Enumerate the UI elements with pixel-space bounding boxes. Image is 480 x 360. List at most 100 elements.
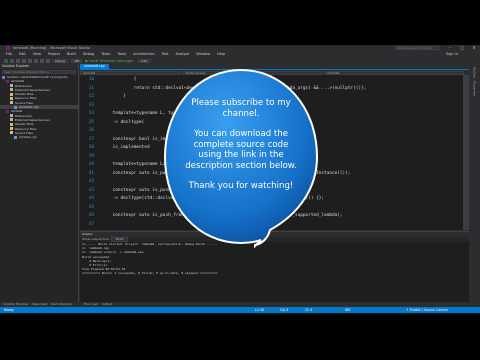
configuration-select[interactable]: Debug [52, 58, 68, 63]
save-all-icon[interactable] [34, 58, 38, 63]
line-number: 30 [88, 77, 94, 82]
line-number: 40 [88, 162, 94, 167]
solution-tree: Solution 'Lambda6Microsoft' (2 projects)… [0, 75, 78, 139]
tree-item-icon [10, 114, 13, 118]
menu-tools[interactable]: Tools [118, 52, 127, 56]
menu-test[interactable]: Test [162, 52, 169, 56]
code-text: return std::declval<decltype(lambda_args… [102, 85, 367, 91]
back-icon[interactable] [4, 58, 8, 63]
tree-item-icon [6, 109, 9, 113]
tree-item-icon [10, 122, 13, 126]
line-number: 38 [88, 145, 94, 150]
visual-studio-logo-icon [6, 46, 10, 50]
code-text: constexpr auto is_push_front = is_implem… [102, 213, 343, 218]
nav-member-select[interactable]: lambda6 [324, 70, 464, 75]
tree-item-icon [10, 96, 13, 100]
line-number: 44 [88, 196, 94, 201]
menu-edit[interactable]: Edit [19, 52, 26, 56]
menu-window[interactable]: Window [196, 52, 210, 56]
ide-window: lambda6 (Running) - Microsoft Visual Stu… [0, 45, 480, 315]
line-number: 41 [88, 170, 94, 176]
platform-select[interactable]: x86 [70, 58, 83, 63]
line-number: 33 [88, 102, 94, 108]
code-editor[interactable]: 30 {31 return std::declval<decltype(lamb… [80, 75, 469, 230]
nav-project-select[interactable]: lambda6 [80, 70, 180, 75]
code-text: constexpr bool is_implement [102, 136, 184, 142]
taskbar [0, 313, 480, 315]
start-debugging-button[interactable]: ▶ Local Windows Debugger [85, 59, 133, 63]
code-text: template<typename L> [102, 162, 166, 167]
save-icon[interactable] [28, 58, 32, 63]
menu-team[interactable]: Team [101, 52, 110, 56]
run-mode-select[interactable]: Auto [137, 58, 151, 63]
tree-item-icon [14, 135, 17, 139]
menu-view[interactable]: View [33, 52, 41, 56]
menu-analyze[interactable]: Analyze [175, 52, 189, 56]
line-number: 39 [88, 153, 94, 159]
output-panel: Output Show output from: Build 1>------ … [80, 231, 469, 307]
code-line: 44 -> decltype(std::declval<L>()(is_impl… [80, 196, 324, 202]
undo-icon[interactable] [40, 58, 44, 63]
solution-explorer-title: Solution Explorer [0, 64, 78, 69]
solution-search-input[interactable]: Search Solution Explorer (Ctrl+;) [2, 70, 76, 74]
quick-launch-input[interactable]: Quick Launch (Ctrl+Q) [395, 46, 440, 50]
code-line: 31 return std::declval<decltype(lambda_a… [80, 85, 367, 92]
new-project-icon[interactable] [16, 58, 20, 63]
code-line: 39 [80, 154, 102, 160]
line-number: 47 [88, 221, 94, 227]
code-text: constexpr auto is_push_front(L&& lambda)… [102, 170, 351, 176]
tree-item-icon [14, 105, 17, 109]
tree-item-icon [10, 92, 13, 96]
output-text: 1>------ Build started: Project: lambda6… [80, 242, 469, 276]
tab-lambda6-cpp[interactable]: lambda6.cpp [80, 64, 109, 69]
redo-icon[interactable] [46, 58, 50, 63]
menu-debug[interactable]: Debug [83, 52, 95, 56]
tree-item[interactable]: lambda.cpp [0, 135, 78, 139]
tree-item-icon [6, 79, 9, 83]
line-number: 46 [88, 213, 94, 218]
right-tool-strip: Toolbox Properties [469, 64, 480, 307]
code-line: 30 { [80, 77, 137, 83]
line-number: 35 [88, 119, 94, 125]
menu-help[interactable]: Help [217, 52, 225, 56]
open-file-icon[interactable] [22, 58, 26, 63]
menu-file[interactable]: File [6, 52, 12, 56]
tab-toolbox[interactable]: Toolbox [473, 67, 477, 78]
tree-item-icon [10, 118, 13, 122]
tree-item-icon [10, 84, 13, 88]
code-text: constexpr auto is_push_front(L&& lambda,… [102, 187, 261, 193]
code-text: -> decltype(std::declval<L>()(is_impleme… [102, 196, 325, 201]
code-line: 35 -> decltype( [80, 119, 145, 126]
code-line: 37 constexpr bool is_implement [80, 137, 184, 143]
menu-project[interactable]: Project [48, 52, 60, 56]
video-frame: lambda6 (Running) - Microsoft Visual Stu… [0, 0, 480, 360]
line-number: 43 [88, 187, 94, 193]
line-number: 34 [88, 111, 94, 116]
code-line: 47 [80, 222, 102, 228]
tree-item-icon [10, 131, 13, 135]
line-number: 36 [88, 128, 94, 133]
output-source-label: Show output from: [82, 237, 110, 241]
nav-scope-select[interactable]: (Global Scope) [182, 70, 322, 75]
menu-build[interactable]: Build [67, 52, 76, 56]
tree-item-icon [2, 75, 5, 79]
tree-item-icon [10, 101, 13, 105]
code-line: 36 [80, 128, 102, 134]
menu-architecture[interactable]: Architecture [133, 52, 154, 56]
code-line: 42 [80, 179, 102, 185]
code-text: template<typename L, typename... instanc… [102, 111, 224, 116]
tree-item-icon [10, 127, 13, 131]
code-text: is_implemented [102, 145, 150, 150]
standard-toolbar: Debug x86 ▶ Local Windows Debugger Auto [0, 57, 480, 64]
code-line: 45 [80, 205, 102, 211]
editor-area: lambda6.cpp lambda6 (Global Scope) lambd… [80, 64, 469, 230]
tab-properties[interactable]: Properties [473, 81, 477, 96]
forward-icon[interactable] [10, 58, 14, 63]
code-text: -> decltype( [102, 119, 145, 125]
tree-item-label: lambda.cpp [19, 135, 37, 140]
code-line: 33 [80, 103, 102, 109]
line-number: 31 [88, 85, 94, 91]
output-line: ========== Build: 1 succeeded, 0 failed,… [82, 271, 218, 276]
code-line: 40 template<typename L> [80, 162, 166, 168]
line-number: 45 [88, 204, 94, 210]
